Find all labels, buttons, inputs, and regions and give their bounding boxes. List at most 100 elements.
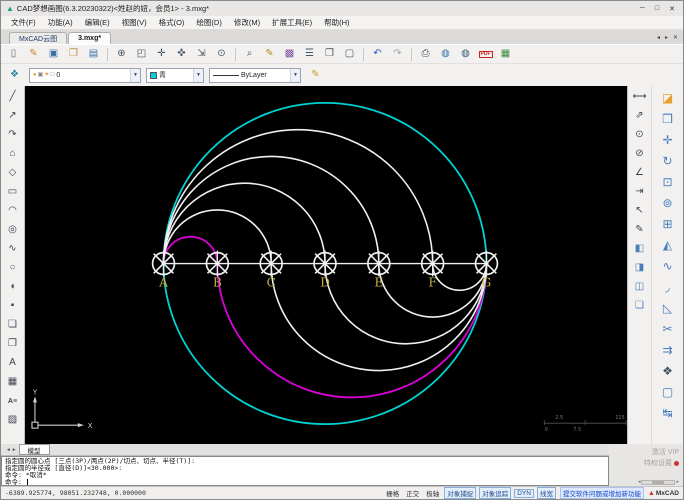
feedback-link[interactable]: 提交软件问题或增加新功能 [559,487,644,499]
zoom-in-button[interactable]: ⊕ [112,46,131,63]
dim-radius-button[interactable]: ⊙ [630,126,650,144]
tab-model[interactable]: 模型 [18,444,50,455]
display-settings-button[interactable]: ▢ [340,46,359,63]
linetype-combo[interactable]: ByLayer ▼ [209,67,301,83]
drawing-canvas[interactable]: A B C D E F G Y X 2.5 115 0 7.5 [25,86,627,444]
join-button[interactable]: ↹ [655,403,681,423]
layer-combo[interactable]: ● ▣ ☀ □ 0 ▼ [29,67,141,83]
print-button[interactable]: ⎙ [416,46,435,63]
tab-scroll-left-icon[interactable]: ◂ [657,34,660,41]
menu-item-格式O[interactable]: 格式(O) [153,17,191,28]
dim-linear-button[interactable]: ⟷ [630,88,650,106]
toggle-DYN[interactable]: DYN [514,488,534,498]
viewport-3-button[interactable]: ◫ [630,278,650,296]
command-line[interactable]: 指定圆的圆心点 [三点(3P)/两点(2P)/切点、切点、半径(T)]: 指定圆的… [1,456,609,486]
format-painter-button[interactable]: ✎ [24,46,43,63]
activate-vip-link[interactable]: 激活 VIP [652,447,679,457]
find-button[interactable]: ⌕ [240,46,259,63]
block-create-button[interactable]: ❏ [3,316,23,334]
close-button[interactable]: ✕ [669,5,675,13]
zoom-object-button[interactable]: ⊙ [212,46,231,63]
toggle-极轴[interactable]: 极轴 [424,488,441,498]
menu-item-修改M[interactable]: 修改(M) [228,17,266,28]
viewport-4-button[interactable]: ❏ [630,297,650,315]
save-button[interactable]: ▣ [44,46,63,63]
chamfer-button[interactable]: ◺ [655,298,681,318]
rotate-button[interactable]: ↻ [655,151,681,171]
scale-button[interactable]: ⊡ [655,172,681,192]
trim-button[interactable]: ✂ [655,319,681,339]
offset-button[interactable]: ⊚ [655,193,681,213]
explode-button[interactable]: ❖ [655,361,681,381]
image-insert-button[interactable]: ▦ [3,373,23,391]
toggle-线宽[interactable]: 线宽 [536,487,556,499]
layout-prev-icon[interactable]: ◂ [7,447,10,453]
tab-3.mxg*[interactable]: 3.mxg* [68,32,112,44]
mirror-button[interactable]: ◭ [655,235,681,255]
menu-item-扩展工具E[interactable]: 扩展工具(E) [266,17,318,28]
pdf-export-button[interactable]: PDF [476,46,495,63]
ellipse-arc-button[interactable]: ◖ [3,278,23,296]
line-button[interactable]: ╱ [3,88,23,106]
dim-diameter-button[interactable]: ⊘ [630,145,650,163]
menu-item-功能A[interactable]: 功能(A) [42,17,79,28]
zoom-window-button[interactable]: ◰ [132,46,151,63]
menu-item-文件F[interactable]: 文件(F) [5,17,42,28]
dim-leader-button[interactable]: ↖ [630,202,650,220]
point-button[interactable]: ▪ [3,297,23,315]
command-scrollbar[interactable]: ◂ ▸ [638,479,679,485]
minimize-button[interactable]: ─ [640,5,645,13]
text-style-button[interactable]: ☰ [300,46,319,63]
scroll-right-icon[interactable]: ▸ [676,479,679,485]
toggle-栅格[interactable]: 栅格 [384,488,401,498]
ellipse-button[interactable]: ○ [3,259,23,277]
menu-item-绘图D[interactable]: 绘图(D) [190,17,227,28]
extend-button[interactable]: ⇉ [655,340,681,360]
toggle-对象追踪[interactable]: 对象追踪 [479,487,512,499]
viewport-1-button[interactable]: ◧ [630,240,650,258]
erase-button[interactable]: ◪ [655,88,681,108]
open-button[interactable]: ❐ [64,46,83,63]
text-button[interactable]: A [3,354,23,372]
boundary-button[interactable]: ▢ [655,382,681,402]
zoom-dynamic-button[interactable]: ⇲ [192,46,211,63]
move-button[interactable]: ✛ [655,130,681,150]
color-combo[interactable]: 青 ▼ [146,67,204,83]
menu-item-视图V[interactable]: 视图(V) [116,17,153,28]
copy-clip-button[interactable]: ❐ [320,46,339,63]
web-open-button[interactable]: ◍ [456,46,475,63]
dim-angular-button[interactable]: ∠ [630,164,650,182]
spline-edit-button[interactable]: ∿ [655,256,681,276]
block-insert-button[interactable]: ❐ [3,335,23,353]
pan-button[interactable]: ✜ [172,46,191,63]
zoom-extents-button[interactable]: ✛ [152,46,171,63]
tab-MxCAD云图[interactable]: MxCAD云图 [9,32,68,44]
menu-item-帮助H[interactable]: 帮助(H) [318,17,355,28]
maximize-button[interactable]: □ [655,5,659,13]
rectangle-button[interactable]: ▭ [3,183,23,201]
polygon-inscribed-button[interactable]: ◇ [3,164,23,182]
tab-scroll-right-icon[interactable]: ▸ [665,34,668,41]
arc-3point-button[interactable]: ◠ [3,202,23,220]
undo-button[interactable]: ↶ [368,46,387,63]
toggle-正交[interactable]: 正交 [404,488,421,498]
copy-button[interactable]: ❒ [655,109,681,129]
new-file-button[interactable]: ▯ [4,46,23,63]
dim-continue-button[interactable]: ⇥ [630,183,650,201]
mtext-button[interactable]: A≡ [3,392,23,410]
spline-button[interactable]: ∿ [3,240,23,258]
dim-edit-button[interactable]: ✎ [630,221,650,239]
dim-aligned-button[interactable]: ⇗ [630,107,650,125]
polygon-button[interactable]: ⌂ [3,145,23,163]
save-as-button[interactable]: ▤ [84,46,103,63]
command-prompt[interactable]: 命令: [5,479,605,485]
quick-annotate-button[interactable]: ✎ [260,46,279,63]
scroll-left-icon[interactable]: ◂ [638,479,641,485]
web-publish-button[interactable]: ◍ [436,46,455,63]
draworder-button[interactable]: ✎ [306,67,325,84]
toggle-对象捕捉[interactable]: 对象捕捉 [444,487,477,499]
layout-next-icon[interactable]: ▸ [13,447,16,453]
array-button[interactable]: ⊞ [655,214,681,234]
redo-button[interactable]: ↷ [388,46,407,63]
fillet-button[interactable]: ◞ [655,277,681,297]
